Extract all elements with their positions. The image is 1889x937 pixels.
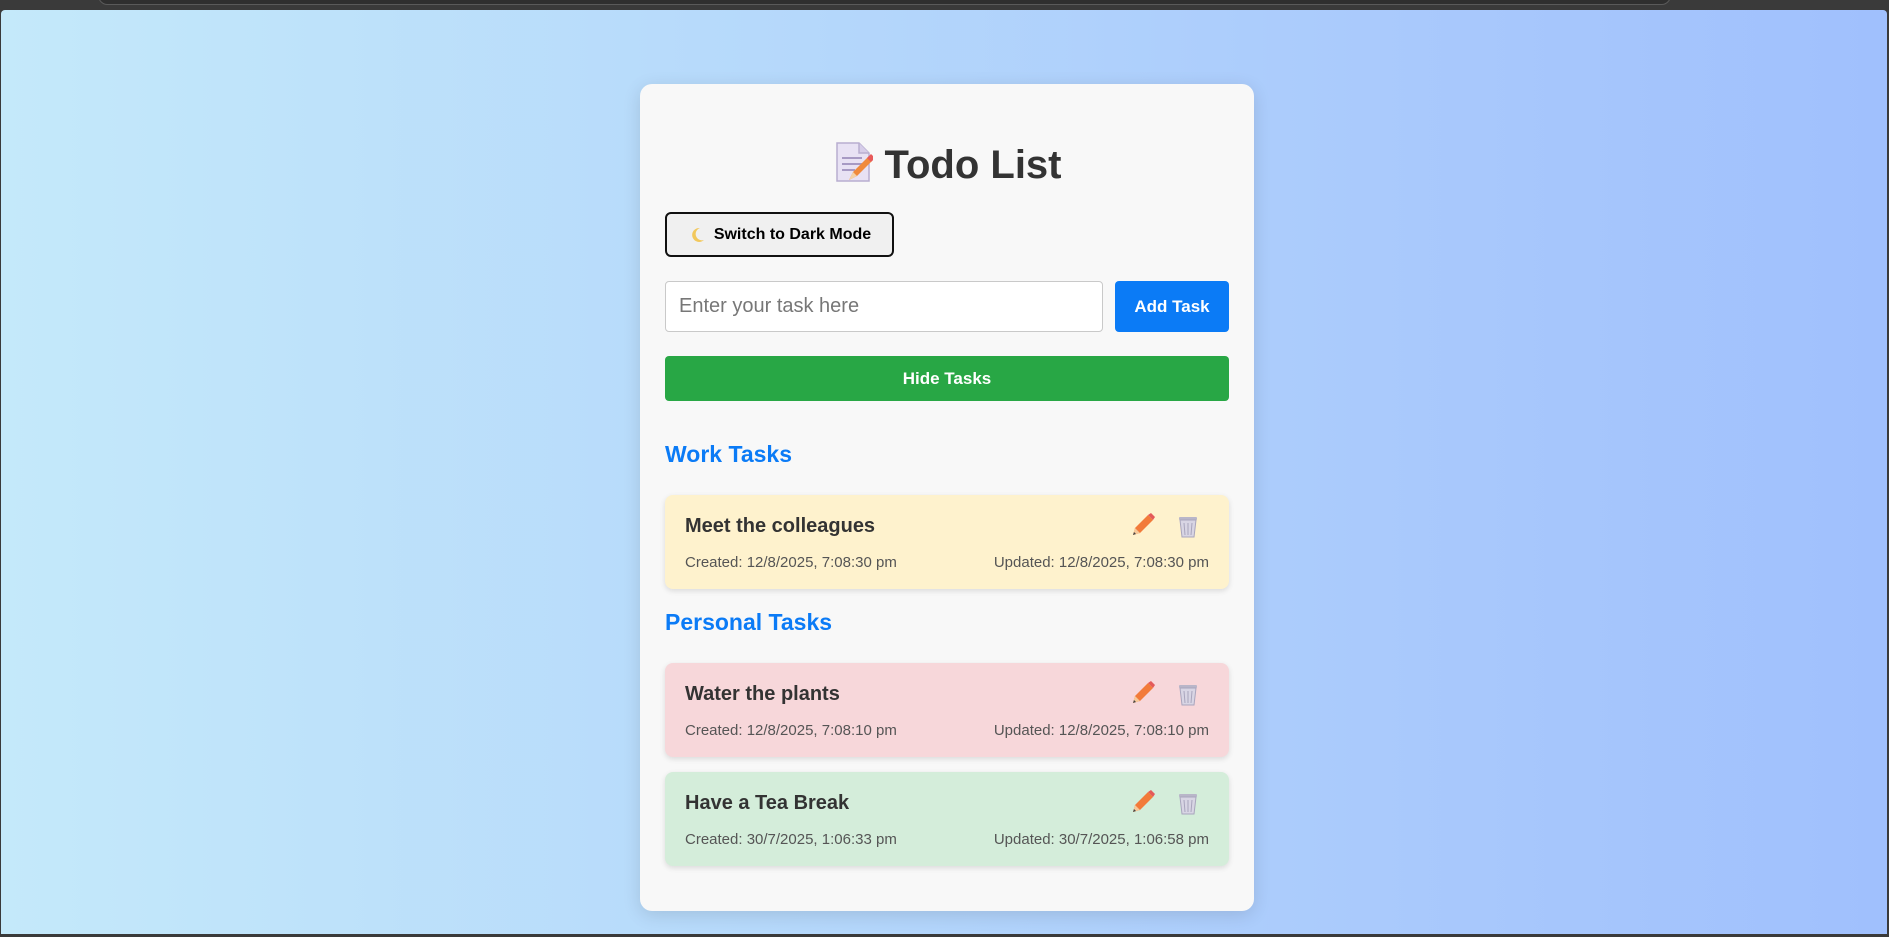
crescent-moon-icon [691,227,704,242]
pencil-edit-icon[interactable] [1128,789,1156,817]
task-input[interactable] [665,281,1103,332]
add-task-button[interactable]: Add Task [1115,281,1229,332]
task-updated-timestamp: Updated: 12/8/2025, 7:08:30 pm [993,554,1209,571]
page-viewport: Todo List Switch to Dark Mode Add Task H… [1,10,1887,934]
task-created-timestamp: Created: 12/8/2025, 7:08:30 pm [685,554,897,571]
section-title-personal: Personal Tasks [665,609,833,635]
task-created-timestamp: Created: 12/8/2025, 7:08:10 pm [685,722,897,739]
task-name: Water the plants [685,683,840,705]
page-title-text: Todo List [884,143,1062,187]
memo-icon [835,142,873,182]
pencil-edit-icon[interactable] [1128,680,1156,708]
trash-delete-icon[interactable] [1174,789,1202,817]
address-bar[interactable] [98,0,1671,5]
task-name: Meet the colleagues [685,515,876,537]
task-updated-timestamp: Updated: 12/8/2025, 7:08:10 pm [993,722,1209,739]
dark-mode-toggle-label: Switch to Dark Mode [713,225,872,243]
trash-delete-icon[interactable] [1174,680,1202,708]
hide-tasks-button[interactable]: Hide Tasks [665,356,1229,401]
task-name: Have a Tea Break [685,792,850,814]
page-title: Todo List [640,140,1254,190]
task-card: Have a Tea Break Created: 30/7/2025, 1:0… [665,772,1229,866]
browser-top-strip [0,0,1889,10]
task-created-timestamp: Created: 30/7/2025, 1:06:33 pm [685,831,897,848]
pencil-edit-icon[interactable] [1128,512,1156,540]
todo-card: Todo List Switch to Dark Mode Add Task H… [640,84,1254,911]
section-title-work: Work Tasks [665,441,792,467]
dark-mode-toggle-button[interactable]: Switch to Dark Mode [665,212,894,257]
task-updated-timestamp: Updated: 30/7/2025, 1:06:58 pm [993,831,1209,848]
task-card: Water the plants Created: 12/8/2025, 7:0… [665,663,1229,757]
task-card: Meet the colleagues Created: 12/8/2025, … [665,495,1229,589]
trash-delete-icon[interactable] [1174,512,1202,540]
